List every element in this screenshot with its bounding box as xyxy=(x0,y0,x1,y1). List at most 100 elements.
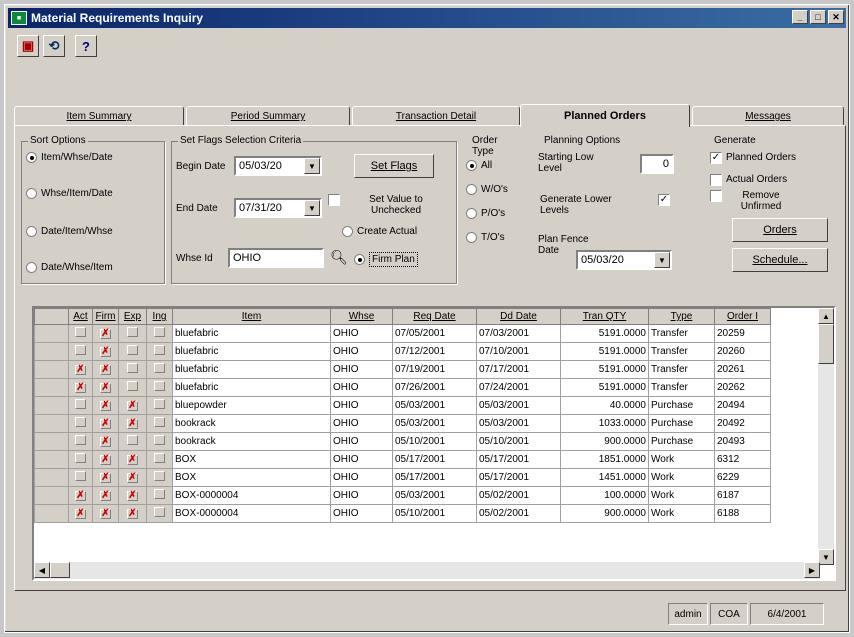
act-flag[interactable] xyxy=(68,432,93,451)
cell-item[interactable]: bluefabric xyxy=(172,360,331,379)
col-firm[interactable]: Firm xyxy=(92,308,119,325)
end-date-dropdown[interactable]: ▼ xyxy=(304,200,320,216)
cell-req-date[interactable]: 05/03/2001 xyxy=(392,396,477,415)
cell-type[interactable]: Transfer xyxy=(648,378,715,397)
row-selector[interactable] xyxy=(34,396,69,415)
cell-whse[interactable]: OHIO xyxy=(330,468,393,487)
exit-button[interactable]: ▣ xyxy=(17,35,39,57)
schedule-button[interactable]: Schedule... xyxy=(732,248,828,272)
col-dd-date[interactable]: Dd Date xyxy=(476,308,561,325)
row-selector[interactable] xyxy=(34,414,69,433)
cell-order[interactable]: 6229 xyxy=(714,468,771,487)
exp-flag[interactable]: ✗ xyxy=(118,468,147,487)
orders-button[interactable]: Orders xyxy=(732,218,828,242)
cell-order[interactable]: 20494 xyxy=(714,396,771,415)
cell-whse[interactable]: OHIO xyxy=(330,342,393,361)
order-type-to[interactable]: T/O's xyxy=(466,232,505,243)
cell-tran-qty[interactable]: 5191.0000 xyxy=(560,360,649,379)
table-row[interactable]: ✗ ✗ bluefabric OHIO 07/26/2001 07/24/2001 5191… xyxy=(34,378,771,397)
close-button[interactable]: ✕ xyxy=(828,10,844,24)
cell-order[interactable]: 20262 xyxy=(714,378,771,397)
col-ing[interactable]: Ing xyxy=(146,308,173,325)
cell-order[interactable]: 20261 xyxy=(714,360,771,379)
whse-lookup-button[interactable]: 🔍︎ xyxy=(328,246,350,268)
exp-flag[interactable]: ✗ xyxy=(118,396,147,415)
low-level-field[interactable]: 0 xyxy=(640,154,674,174)
table-row[interactable]: ✗ bluefabric OHIO 07/12/2001 07/10/2001 5191.… xyxy=(34,342,771,361)
table-row[interactable]: ✗ ✗ bookrack OHIO 05/03/2001 05/03/2001 1033.0… xyxy=(34,414,771,433)
ing-flag[interactable] xyxy=(146,504,173,523)
generate-lower-levels-checkbox[interactable]: Generate Lower Levels ✓ xyxy=(540,194,674,216)
cell-order[interactable]: 20260 xyxy=(714,342,771,361)
cell-type[interactable]: Work xyxy=(648,468,715,487)
col-order[interactable]: Order I xyxy=(714,308,771,325)
order-type-all[interactable]: All xyxy=(466,160,492,171)
table-row[interactable]: ✗ ✗ bluefabric OHIO 07/19/2001 07/17/2001 5191… xyxy=(34,360,771,379)
cell-item[interactable]: BOX xyxy=(172,450,331,469)
scroll-up-button[interactable]: ▲ xyxy=(818,308,834,324)
horizontal-scroll-thumb[interactable] xyxy=(50,562,70,578)
cell-item[interactable]: bluefabric xyxy=(172,342,331,361)
col-item[interactable]: Item xyxy=(172,308,331,325)
firm-flag[interactable]: ✗ xyxy=(92,414,119,433)
act-flag[interactable] xyxy=(68,342,93,361)
cell-tran-qty[interactable]: 1033.0000 xyxy=(560,414,649,433)
set-flags-button[interactable]: Set Flags xyxy=(354,154,434,178)
cell-type[interactable]: Transfer xyxy=(648,360,715,379)
cell-type[interactable]: Purchase xyxy=(648,414,715,433)
cell-req-date[interactable]: 05/10/2001 xyxy=(392,504,477,523)
cell-item[interactable]: BOX-0000004 xyxy=(172,504,331,523)
act-flag[interactable]: ✗ xyxy=(68,378,93,397)
tab-transaction-detail[interactable]: Transaction Detail xyxy=(352,106,520,126)
cell-item[interactable]: bluefabric xyxy=(172,378,331,397)
exp-flag[interactable]: ✗ xyxy=(118,486,147,505)
cell-dd-date[interactable]: 05/03/2001 xyxy=(476,414,561,433)
table-row[interactable]: ✗ ✗ BOX OHIO 05/17/2001 05/17/2001 1451.0000 Wo… xyxy=(34,468,771,487)
cell-type[interactable]: Work xyxy=(648,504,715,523)
cell-order[interactable]: 20259 xyxy=(714,324,771,343)
cell-item[interactable]: BOX xyxy=(172,468,331,487)
act-flag[interactable] xyxy=(68,414,93,433)
cell-req-date[interactable]: 07/26/2001 xyxy=(392,378,477,397)
exp-flag[interactable]: ✗ xyxy=(118,504,147,523)
cell-item[interactable]: bluefabric xyxy=(172,324,331,343)
cell-dd-date[interactable]: 05/03/2001 xyxy=(476,396,561,415)
sort-date-whse-item[interactable]: Date/Whse/Item xyxy=(26,262,113,273)
ing-flag[interactable] xyxy=(146,486,173,505)
cell-req-date[interactable]: 07/12/2001 xyxy=(392,342,477,361)
row-selector[interactable] xyxy=(34,486,69,505)
row-selector[interactable] xyxy=(34,432,69,451)
scroll-left-button[interactable]: ◀ xyxy=(34,562,50,578)
cell-order[interactable]: 20493 xyxy=(714,432,771,451)
col-act[interactable]: Act xyxy=(68,308,93,325)
cell-req-date[interactable]: 07/19/2001 xyxy=(392,360,477,379)
scroll-right-button[interactable]: ▶ xyxy=(804,562,820,578)
cell-whse[interactable]: OHIO xyxy=(330,414,393,433)
sort-whse-item-date[interactable]: Whse/Item/Date xyxy=(26,188,113,199)
cell-dd-date[interactable]: 05/17/2001 xyxy=(476,450,561,469)
cell-whse[interactable]: OHIO xyxy=(330,450,393,469)
row-selector[interactable] xyxy=(34,342,69,361)
exp-flag[interactable]: ✗ xyxy=(118,414,147,433)
firm-flag[interactable]: ✗ xyxy=(92,342,119,361)
cell-item[interactable]: BOX-0000004 xyxy=(172,486,331,505)
cell-type[interactable]: Work xyxy=(648,450,715,469)
cell-item[interactable]: bookrack xyxy=(172,432,331,451)
ing-flag[interactable] xyxy=(146,432,173,451)
col-whse[interactable]: Whse xyxy=(330,308,393,325)
whse-id-field[interactable]: OHIO xyxy=(228,248,324,268)
cell-whse[interactable]: OHIO xyxy=(330,486,393,505)
cell-tran-qty[interactable]: 1851.0000 xyxy=(560,450,649,469)
cell-dd-date[interactable]: 05/02/2001 xyxy=(476,486,561,505)
planned-orders-checkbox[interactable]: ✓ Planned Orders xyxy=(710,152,796,164)
row-selector[interactable] xyxy=(34,504,69,523)
cell-order[interactable]: 20492 xyxy=(714,414,771,433)
cell-req-date[interactable]: 05/03/2001 xyxy=(392,486,477,505)
scroll-down-button[interactable]: ▼ xyxy=(818,549,834,565)
cell-req-date[interactable]: 07/05/2001 xyxy=(392,324,477,343)
cell-tran-qty[interactable]: 40.0000 xyxy=(560,396,649,415)
cell-dd-date[interactable]: 05/02/2001 xyxy=(476,504,561,523)
cell-tran-qty[interactable]: 5191.0000 xyxy=(560,324,649,343)
exp-flag[interactable] xyxy=(118,324,147,343)
act-flag[interactable] xyxy=(68,396,93,415)
